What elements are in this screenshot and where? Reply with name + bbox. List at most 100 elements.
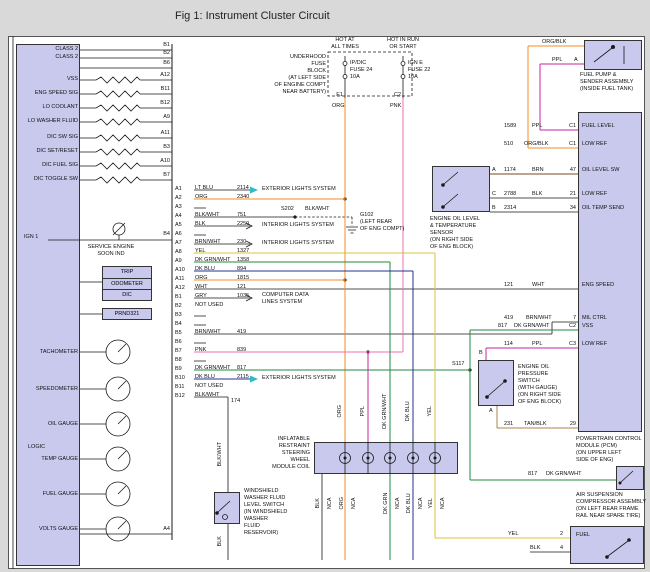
connector-pin: A6 xyxy=(175,231,191,238)
wire-color: ORG xyxy=(332,103,345,110)
pcm-row-label: ENG SPEED xyxy=(582,282,614,289)
wire-color: BRN/WHT xyxy=(195,329,221,336)
wire-color: PPL xyxy=(532,123,542,130)
fusebox-label: (AT LEFT SIDE xyxy=(258,75,326,82)
connector-pin: B12 xyxy=(175,393,191,400)
wire-number: 510 xyxy=(504,141,513,148)
wire-color-vertical: NCA xyxy=(327,482,334,524)
pcm-label: (ON UPPER LEFT xyxy=(576,450,622,457)
wire-color: ORG xyxy=(195,275,208,282)
gauge-label: TACHOMETER xyxy=(18,349,78,356)
pcm-pin: C1 xyxy=(552,123,576,130)
pump-label: (INSIDE FUEL TANK) xyxy=(580,86,633,93)
pcm-pin: 21 xyxy=(552,191,576,198)
connector-pin: B8 xyxy=(175,357,191,364)
interior-lights-label: INTERIOR LIGHTS SYSTEM xyxy=(262,222,334,229)
sender-icon xyxy=(594,46,624,64)
washer-label: WINDSHIELD xyxy=(244,488,279,495)
washer-label: LEVEL SWITCH xyxy=(244,502,284,509)
fuse-icon xyxy=(343,62,347,66)
wire-color: BLK/WHT xyxy=(305,206,329,213)
wire-color: BLK xyxy=(195,221,205,228)
wire-number: 419 xyxy=(504,315,513,322)
wire-color: LT BLU xyxy=(195,185,213,192)
hot-at-all-times-label: HOT AT xyxy=(325,37,365,44)
fuel-switch-icon xyxy=(608,541,628,556)
cluster-pin: A10 xyxy=(146,158,170,165)
wire-number: 1035 xyxy=(237,293,249,300)
resistor-icon xyxy=(96,177,140,183)
wire-color: YEL xyxy=(195,248,205,255)
cluster-pin: B2 xyxy=(146,50,170,57)
wire-color: DK BLU xyxy=(195,374,215,381)
gauge-label: SPEEDOMETER xyxy=(18,386,78,393)
pcm-pin: 29 xyxy=(552,421,576,428)
washer-label: WASHER xyxy=(244,516,268,523)
air-susp-label: AIR SUSPENSION xyxy=(576,492,623,499)
cluster-signal-label: DIC SET/RESET xyxy=(18,148,78,155)
wire-color: DK GRN/WHT xyxy=(195,257,230,264)
fusebox-label: OF ENGINE COMPT xyxy=(258,82,326,89)
connector-pin: A9 xyxy=(175,258,191,265)
connector-pin: A8 xyxy=(175,249,191,256)
ign1-pin: B4 xyxy=(146,231,170,238)
fuel-pin: 2 xyxy=(560,531,563,538)
wire-color: WHT xyxy=(195,284,208,291)
pcm-label: POWERTRAIN CONTROL xyxy=(576,436,642,443)
fuse2-label: FUSE 22 xyxy=(408,67,430,74)
wire-number: 2788 xyxy=(504,191,516,198)
wire-color-vertical: ORG xyxy=(339,482,346,524)
wire-number: 751 xyxy=(237,212,246,219)
cluster-signal-label: DIC SW SIG xyxy=(18,134,78,141)
cluster-pin-a4: A4 xyxy=(146,526,170,533)
wire-number: 121 xyxy=(504,282,513,289)
pcm-pin: C1 xyxy=(552,141,576,148)
oil-switch-label: (ON RIGHT SIDE xyxy=(518,392,561,399)
wire-number: 174 xyxy=(231,398,240,405)
cluster-signal-label: VSS xyxy=(18,76,78,83)
cluster-pin: A9 xyxy=(146,114,170,121)
wire-color: DK BLU xyxy=(195,266,215,273)
hot-at-all-times-label: ALL TIMES xyxy=(325,44,365,51)
not-used-label: NOT USED xyxy=(195,383,223,390)
resistor-icon xyxy=(96,105,140,111)
wire-number: 1327 xyxy=(237,248,249,255)
wire-color-vertical: NCA xyxy=(351,482,358,524)
connector-pin: B1 xyxy=(175,294,191,301)
cluster-signal-label: DIC FUEL SIG xyxy=(18,162,78,169)
pump-label: SENDER ASSEMBLY xyxy=(580,79,633,86)
fuel-box-label: FUEL xyxy=(576,532,590,539)
wire-number: 2250 xyxy=(237,221,249,228)
wire-color: YEL xyxy=(508,531,518,538)
fuel-pin: 4 xyxy=(560,545,563,552)
connector-pin: B5 xyxy=(175,330,191,337)
cluster-pin: A11 xyxy=(146,130,170,137)
exterior-lights-label: EXTERIOR LIGHTS SYSTEM xyxy=(262,375,336,382)
resistor-icon xyxy=(96,91,140,97)
fusebox-label: BLOCK xyxy=(258,68,326,75)
washer-label: WASHER FLUID xyxy=(244,495,285,502)
wire-color: BRN/WHT xyxy=(526,315,552,322)
pcm-row-label: FUEL LEVEL xyxy=(582,123,615,130)
wire-number: 114 xyxy=(504,341,513,348)
connector-pin: A1 xyxy=(175,186,191,193)
hot-in-run-label: OR START xyxy=(383,44,423,51)
wire-color-vertical: DK BLU xyxy=(405,390,412,432)
cluster-pin: B12 xyxy=(146,100,170,107)
wire-number: 419 xyxy=(237,329,246,336)
pcm-label: SIDE OF ENG) xyxy=(576,457,613,464)
wire-number: 894 xyxy=(237,266,246,273)
coil-label: WHEEL xyxy=(256,457,310,464)
coil-label: STEERING xyxy=(256,450,310,457)
sensor-pin: A xyxy=(492,167,496,174)
oil-sensor-label: (ON RIGHT SIDE xyxy=(430,237,473,244)
oil-sensor-label: & TEMPERATURE xyxy=(430,223,476,230)
float-switch-icon xyxy=(218,501,230,512)
gauge-label: VOLTS GAUGE xyxy=(18,526,78,533)
splice-label: S117 xyxy=(452,361,464,368)
switch-pin: B xyxy=(479,350,483,357)
splice-label: S202 xyxy=(281,206,294,213)
wire-color: BLK xyxy=(530,545,540,552)
connector-pin: A5 xyxy=(175,222,191,229)
wire-number: 2115 xyxy=(237,374,249,381)
